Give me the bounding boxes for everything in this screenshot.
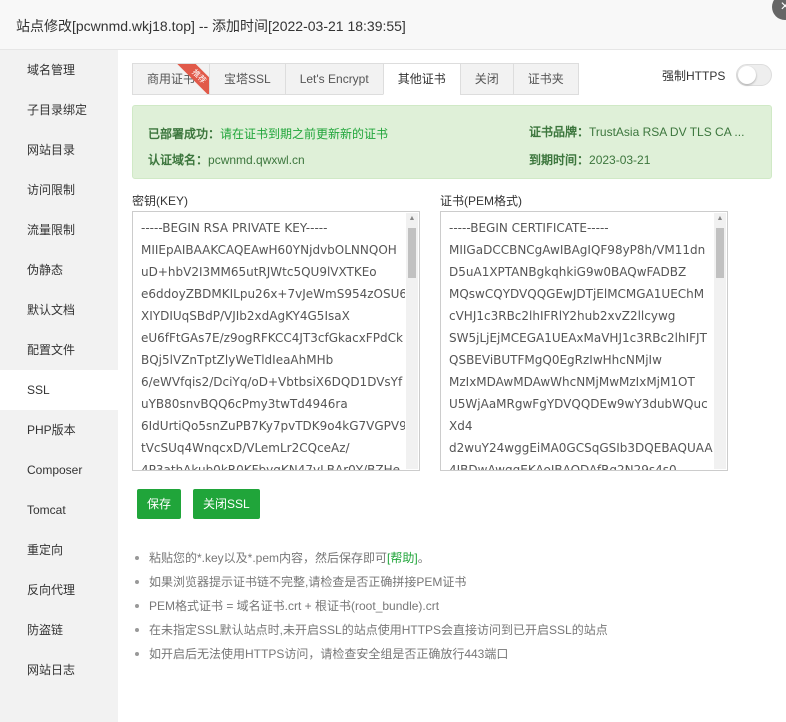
sidebar-item-default-doc[interactable]: 默认文档 — [0, 290, 118, 330]
sidebar-item-site-log[interactable]: 网站日志 — [0, 650, 118, 690]
tip-text: 如果浏览器提示证书链不完整,请检查是否正确拼接PEM证书 — [149, 575, 467, 589]
sidebar-item-tomcat[interactable]: Tomcat — [0, 490, 118, 530]
tip-item: 粘贴您的*.key以及*.pem内容，然后保存即可[帮助]。 — [132, 546, 608, 570]
tab-close[interactable]: 关闭 — [459, 63, 513, 95]
key-textarea[interactable]: -----BEGIN RSA PRIVATE KEY----- MIIEpAIB… — [132, 211, 420, 471]
domain-value: pcwnmd.qwxwl.cn — [208, 153, 305, 167]
cert-line: SW5jLjEjMCEGA1UEAxMaVHJ1c3RBc2lhIFJT — [449, 331, 707, 345]
tip-text-end: 。 — [417, 551, 430, 565]
sidebar-item-subdir[interactable]: 子目录绑定 — [0, 90, 118, 130]
key-line: XIYDIUqSBdP/VJIb2xdAgKY4G5IsaX — [141, 309, 350, 323]
brand-value: TrustAsia RSA DV TLS CA ... — [589, 125, 745, 139]
cert-content: -----BEGIN CERTIFICATE----- MIIGaDCCBNCg… — [449, 217, 713, 471]
key-scrollbar[interactable]: ▲ — [406, 213, 418, 469]
domain-row: 认证域名：pcwnmd.qwxwl.cn — [148, 151, 305, 168]
brand-row: 证书品牌：TrustAsia RSA DV TLS CA ... — [529, 123, 744, 140]
ssl-tabs: 商用证书 推荐 宝塔SSL Let's Encrypt 其他证书 关闭 证书夹 — [132, 63, 579, 95]
tab-other-cert[interactable]: 其他证书 — [382, 63, 460, 95]
sidebar-item-php[interactable]: PHP版本 — [0, 410, 118, 450]
save-button[interactable]: 保存 — [137, 489, 182, 519]
deployed-message[interactable]: 请在证书到期之前更新新的证书 — [220, 127, 388, 141]
key-line: -----BEGIN RSA PRIVATE KEY----- — [141, 221, 328, 235]
cert-line: Xd4 — [449, 419, 473, 433]
sidebar-item-hotlink[interactable]: 防盗链 — [0, 610, 118, 650]
deployed-row: 已部署成功：请在证书到期之前更新新的证书 — [148, 125, 388, 142]
cert-line: cVHJ1c3RBc2lhIFRlY2hub2xvZ2llcywg — [449, 309, 676, 323]
tips-list: 粘贴您的*.key以及*.pem内容，然后保存即可[帮助]。 如果浏览器提示证书… — [132, 546, 608, 666]
key-line: uYB80snvBQQ6cPmy3twTd4946ra — [141, 397, 348, 411]
scroll-up-icon[interactable]: ▲ — [714, 213, 726, 225]
scroll-up-icon[interactable]: ▲ — [406, 213, 418, 225]
key-line: 4P3athAkub0kR0KFbvgKN47vLBAr0Y/BZHe — [141, 463, 400, 471]
sidebar-item-site-dir[interactable]: 网站目录 — [0, 130, 118, 170]
cert-line: QSBEViBUTFMgQ0EgRzIwHhcNMjIw — [449, 353, 662, 367]
cert-scroll-thumb[interactable] — [716, 228, 724, 278]
force-https-label: 强制HTTPS — [662, 69, 726, 83]
key-line: BQj5lVZnTptZlyWeTldIeaAhMHb — [141, 353, 334, 367]
key-line: 6/eWVfqis2/DciYq/oD+VbtbsiX6DQD1DVsYf — [141, 375, 403, 389]
cert-line: D5uA1XPTANBgkqhkiG9w0BAQwFADBZ — [449, 265, 687, 279]
brand-label: 证书品牌： — [529, 125, 590, 139]
cert-line: U5WjAaMRgwFgYDVQQDEw9wY3dubWQuc — [449, 397, 708, 411]
domain-label: 认证域名： — [148, 153, 209, 167]
sidebar-item-domain[interactable]: 域名管理 — [0, 50, 118, 90]
toggle-knob — [738, 66, 756, 84]
close-ssl-button[interactable]: 关闭SSL — [193, 489, 260, 519]
key-label: 密钥(KEY) — [132, 194, 189, 208]
cert-line: d2wuY24wggEiMA0GCSqGSIb3DQEBAQUAA — [449, 441, 713, 455]
expire-row: 到期时间：2023-03-21 — [529, 151, 650, 168]
tip-item: PEM格式证书 = 域名证书.crt + 根证书(root_bundle).cr… — [132, 594, 608, 618]
expire-value: 2023-03-21 — [589, 153, 651, 167]
bullet-icon — [135, 628, 139, 632]
tip-item: 在未指定SSL默认站点时,未开启SSL的站点使用HTTPS会直接访问到已开启SS… — [132, 618, 608, 642]
tab-cert-folder[interactable]: 证书夹 — [512, 63, 579, 95]
tab-commercial-cert[interactable]: 商用证书 推荐 — [132, 63, 210, 95]
sidebar-item-config[interactable]: 配置文件 — [0, 330, 118, 370]
cert-line: 4IBDwAwggEKAoIBAQDAfRq2N29s4s0 — [449, 463, 677, 471]
bullet-icon — [135, 604, 139, 608]
sidebar-item-redirect[interactable]: 重定向 — [0, 530, 118, 570]
cert-line: MzIxMDAwMDAwWhcNMjMwMzIxMjM1OT — [449, 375, 695, 389]
dialog-title: 站点修改[pcwnmd.wkj18.top] -- 添加时间[2022-03-2… — [16, 18, 406, 34]
cert-label: 证书(PEM格式) — [440, 194, 522, 208]
key-content: -----BEGIN RSA PRIVATE KEY----- MIIEpAIB… — [141, 217, 405, 471]
sidebar-item-composer[interactable]: Composer — [0, 450, 118, 490]
tip-text: 如开启后无法使用HTTPS访问，请检查安全组是否正确放行443端口 — [149, 647, 509, 661]
sidebar-item-traffic-limit[interactable]: 流量限制 — [0, 210, 118, 250]
expire-label: 到期时间： — [529, 153, 590, 167]
key-scroll-thumb[interactable] — [408, 228, 416, 278]
cert-textarea[interactable]: -----BEGIN CERTIFICATE----- MIIGaDCCBNCg… — [440, 211, 728, 471]
key-line: eU6fFtGAs7E/z9ogRFKCC4JT3cfGkacxFPdCk — [141, 331, 403, 345]
key-line: 6IdUrtiQo5snZuPB7Ky7pvTDK9o4kG7VGPV9 — [141, 419, 405, 433]
key-line: e6ddoyZBDMKILpu26x+7vJeWmS954zOSU6 — [141, 287, 405, 301]
cert-line: -----BEGIN CERTIFICATE----- — [449, 221, 609, 235]
sidebar-item-reverse-proxy[interactable]: 反向代理 — [0, 570, 118, 610]
key-line: MIIEpAIBAAKCAQEAwH60YNjdvbOLNNQOH — [141, 243, 397, 257]
sidebar-item-access-limit[interactable]: 访问限制 — [0, 170, 118, 210]
deployed-label: 已部署成功： — [148, 127, 221, 141]
sidebar: 域名管理 子目录绑定 网站目录 访问限制 流量限制 伪静态 默认文档 配置文件 … — [0, 50, 118, 722]
cert-line: MIIGaDCCBNCgAwIBAgIQF98yP8h/VM11dn — [449, 243, 706, 257]
ssl-status-panel: 已部署成功：请在证书到期之前更新新的证书 认证域名：pcwnmd.qwxwl.c… — [132, 105, 772, 179]
tab-bt-ssl[interactable]: 宝塔SSL — [209, 63, 285, 95]
tab-lets-encrypt[interactable]: Let's Encrypt — [284, 63, 383, 95]
key-line: tVcSUq4WnqcxD/VLemLr2CQceAz/ — [141, 441, 350, 455]
force-https-toggle[interactable] — [736, 64, 772, 86]
cert-line: MQswCQYDVQQGEwJDTjElMCMGA1UEChM — [449, 287, 705, 301]
bullet-icon — [135, 652, 139, 656]
sidebar-item-ssl[interactable]: SSL — [0, 370, 118, 410]
key-line: uD+hbV2I3MM65utRJWtc5QU9lVXTKEo — [141, 265, 377, 279]
bullet-icon — [135, 580, 139, 584]
sidebar-item-rewrite[interactable]: 伪静态 — [0, 250, 118, 290]
tip-text: PEM格式证书 = 域名证书.crt + 根证书(root_bundle).cr… — [149, 599, 440, 613]
help-link[interactable]: [帮助] — [387, 551, 418, 565]
cert-scrollbar[interactable]: ▲ — [714, 213, 726, 469]
dialog-titlebar: 站点修改[pcwnmd.wkj18.top] -- 添加时间[2022-03-2… — [0, 0, 786, 50]
main-panel: 商用证书 推荐 宝塔SSL Let's Encrypt 其他证书 关闭 证书夹 … — [118, 50, 786, 722]
tip-text: 在未指定SSL默认站点时,未开启SSL的站点使用HTTPS会直接访问到已开启SS… — [149, 623, 608, 637]
tip-item: 如果浏览器提示证书链不完整,请检查是否正确拼接PEM证书 — [132, 570, 608, 594]
tip-text: 粘贴您的*.key以及*.pem内容，然后保存即可 — [149, 551, 388, 565]
tip-item: 如开启后无法使用HTTPS访问，请检查安全组是否正确放行443端口 — [132, 642, 608, 666]
bullet-icon — [135, 556, 139, 560]
